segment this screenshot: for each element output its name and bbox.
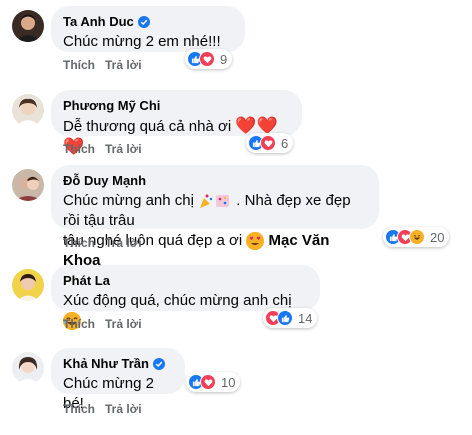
reply-link[interactable]: Trả lời [105,317,142,331]
verified-badge-icon [137,16,150,28]
reaction-summary[interactable]: 20 [383,227,450,247]
avatar[interactable] [12,10,44,42]
avatar[interactable] [12,94,44,126]
haha-reaction-icon [409,229,425,245]
comment-actions: Thích Trả lời [63,58,142,72]
comment-actions: Thích Trả lời [63,402,142,416]
reaction-summary[interactable]: 9 [185,49,233,69]
comment: Ta Anh Duc Chúc mừng 2 em nhé!!! 9 Thích… [8,6,468,76]
like-link[interactable]: Thích [63,58,95,72]
reaction-count: 6 [281,135,289,151]
comment-bubble: Đỗ Duy Mạnh Chúc mừng anh chị . Nhà đẹp … [51,165,379,269]
reply-link[interactable]: Trả lời [105,58,142,72]
avatar[interactable] [12,352,44,384]
comment-text: Xúc động quá, chúc mừng anh chị [63,292,292,309]
commenter-name[interactable]: Phương Mỹ Chi [63,98,160,114]
reaction-summary[interactable]: 14 [263,308,318,328]
verified-badge-icon [152,358,165,370]
love-reaction-icon [200,374,216,390]
like-link[interactable]: Thích [63,402,95,416]
comment: Khả Như Trần Chúc mừng 2 bé! 10 Thích Tr… [8,348,468,418]
reply-link[interactable]: Trả lời [105,402,142,416]
comment-bubble: Khả Như Trần Chúc mừng 2 bé! [51,348,185,412]
comment-text: Chúc mừng anh chị [63,192,194,209]
reaction-count: 10 [221,374,236,390]
comment-bubble: Phương Mỹ Chi Dễ thương quá cả nhà ơi ❤️… [51,90,302,156]
reaction-summary[interactable]: 6 [246,133,294,153]
comment-actions: Thích Trả lời [63,236,142,250]
like-reaction-icon [277,310,293,326]
comment: Phương Mỹ Chi Dễ thương quá cả nhà ơi ❤️… [8,90,468,160]
comment-bubble: Phát La Xúc động quá, chúc mừng anh chị [51,265,320,331]
comment-bubble: Ta Anh Duc Chúc mừng 2 em nhé!!! [51,6,245,52]
love-reaction-icon [260,135,276,151]
reaction-count: 14 [298,310,313,326]
reply-link[interactable]: Trả lời [105,236,142,250]
love-reaction-icon [199,51,215,67]
reaction-count: 9 [220,51,228,67]
avatar[interactable] [12,169,44,201]
commenter-name[interactable]: Khả Như Trần [63,356,149,372]
commenter-name[interactable]: Ta Anh Duc [63,14,134,30]
reaction-summary[interactable]: 10 [186,372,241,392]
comment: Đỗ Duy Mạnh Chúc mừng anh chị . Nhà đẹp … [8,165,468,269]
reaction-count: 20 [430,229,445,245]
commenter-name[interactable]: Phát La [63,273,110,289]
party-popper-emoji-icon [200,194,230,209]
like-link[interactable]: Thích [63,236,95,250]
like-link[interactable]: Thích [63,317,95,331]
comment-actions: Thích Trả lời [63,317,142,331]
comment-actions: Thích Trả lời [63,142,142,156]
avatar[interactable] [12,269,44,301]
heart-eyes-emoji-icon [246,232,265,251]
comment-text: Dễ thương quá cả nhà ơi [63,118,232,135]
reply-link[interactable]: Trả lời [105,142,142,156]
commenter-name[interactable]: Đỗ Duy Mạnh [63,173,146,189]
comment: Phát La Xúc động quá, chúc mừng anh chị … [8,265,468,335]
like-link[interactable]: Thích [63,142,95,156]
